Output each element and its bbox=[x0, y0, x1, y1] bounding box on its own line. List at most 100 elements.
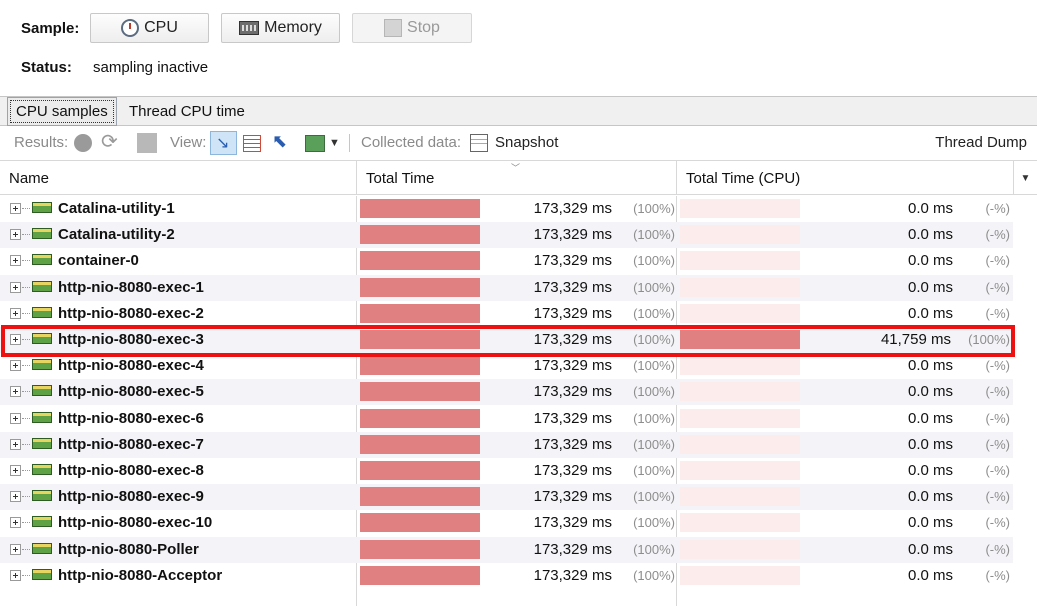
expand-icon[interactable] bbox=[10, 360, 21, 371]
warning-icon[interactable] bbox=[137, 133, 157, 153]
total-time-bar-track bbox=[360, 304, 480, 323]
table-row[interactable]: http-nio-8080-exec-6 173,329 ms (100%) 0.0 … bbox=[0, 406, 1013, 432]
combined-icon[interactable] bbox=[305, 135, 325, 152]
cpu-time-bar-track bbox=[680, 330, 800, 349]
total-time-bar bbox=[360, 382, 480, 401]
total-time-bar-track bbox=[360, 487, 480, 506]
expand-icon[interactable] bbox=[10, 491, 21, 502]
total-time-bar bbox=[360, 435, 480, 454]
table-row[interactable]: http-nio-8080-Poller 173,329 ms (100%) 0.0 … bbox=[0, 537, 1013, 563]
cpu-time-percent: (100%) bbox=[968, 332, 1010, 347]
cpu-sample-button[interactable]: CPU bbox=[90, 13, 209, 43]
cpu-time-bar-track bbox=[680, 566, 800, 585]
total-time-bar bbox=[360, 304, 480, 323]
total-time-bar-track bbox=[360, 435, 480, 454]
expand-icon[interactable] bbox=[10, 544, 21, 555]
total-time-percent: (100%) bbox=[633, 542, 675, 557]
expand-icon[interactable] bbox=[10, 229, 21, 240]
total-time-bar-track bbox=[360, 199, 480, 218]
hotspots-icon[interactable] bbox=[243, 135, 261, 152]
memory-sample-button[interactable]: Memory bbox=[221, 13, 340, 43]
cpu-time-bar-track bbox=[680, 540, 800, 559]
total-time-percent: (100%) bbox=[633, 253, 675, 268]
table-row[interactable]: http-nio-8080-exec-3 173,329 ms (100%) 41,7… bbox=[0, 327, 1013, 353]
total-time-bar-track bbox=[360, 356, 480, 375]
thread-name: http-nio-8080-exec-3 bbox=[58, 331, 204, 348]
cpu-time-bar-track bbox=[680, 199, 800, 218]
snapshot-link[interactable]: Snapshot bbox=[495, 134, 558, 151]
cpu-time-bar bbox=[680, 330, 800, 349]
gc-icon[interactable] bbox=[74, 134, 92, 152]
table-row[interactable]: http-nio-8080-exec-7 173,329 ms (100%) 0.0 … bbox=[0, 432, 1013, 458]
total-time-value: 173,329 ms bbox=[533, 567, 612, 584]
refresh-icon[interactable]: ⟳ bbox=[101, 129, 121, 153]
total-time-bar-track bbox=[360, 540, 480, 559]
table-row[interactable]: http-nio-8080-exec-9 173,329 ms (100%) 0.0 … bbox=[0, 484, 1013, 510]
table-row[interactable]: http-nio-8080-exec-10 173,329 ms (100%) 0.0… bbox=[0, 510, 1013, 536]
cpu-time-bar-track bbox=[680, 435, 800, 454]
total-time-bar bbox=[360, 487, 480, 506]
table-row[interactable]: http-nio-8080-exec-4 173,329 ms (100%) 0.0 … bbox=[0, 353, 1013, 379]
tab-thread-cpu-time[interactable]: Thread CPU time bbox=[121, 97, 253, 126]
call-tree-icon[interactable] bbox=[210, 131, 237, 155]
table-row[interactable]: http-nio-8080-Acceptor 173,329 ms (100%) 0.… bbox=[0, 563, 1013, 589]
expand-icon[interactable] bbox=[10, 570, 21, 581]
cpu-time-value: 0.0 ms bbox=[907, 541, 953, 558]
dropdown-icon[interactable]: ▼ bbox=[329, 137, 349, 157]
total-time-bar bbox=[360, 356, 480, 375]
total-time-percent: (100%) bbox=[633, 227, 675, 242]
total-time-bar-track bbox=[360, 225, 480, 244]
table-row[interactable]: Catalina-utility-2 173,329 ms (100%) 0.0 ms… bbox=[0, 222, 1013, 248]
thread-icon bbox=[32, 281, 52, 292]
snapshot-icon[interactable] bbox=[470, 134, 488, 152]
cpu-time-percent: (-%) bbox=[985, 384, 1010, 399]
cpu-time-value: 41,759 ms bbox=[880, 331, 951, 348]
total-time-value: 173,329 ms bbox=[533, 410, 612, 427]
back-traces-icon[interactable]: ⬉ bbox=[272, 131, 292, 151]
table-row[interactable]: http-nio-8080-exec-1 173,329 ms (100%) 0.0 … bbox=[0, 275, 1013, 301]
view-label: View: bbox=[170, 134, 207, 151]
table-row[interactable]: container-0 173,329 ms (100%) 0.0 ms (-%) bbox=[0, 248, 1013, 274]
total-time-percent: (100%) bbox=[633, 463, 675, 478]
table-row[interactable]: Catalina-utility-1 173,329 ms (100%) 0.0 ms… bbox=[0, 196, 1013, 222]
tree-connector bbox=[22, 339, 30, 340]
tree-connector bbox=[22, 234, 30, 235]
expand-icon[interactable] bbox=[10, 517, 21, 528]
cpu-time-percent: (-%) bbox=[985, 489, 1010, 504]
total-time-percent: (100%) bbox=[633, 280, 675, 295]
total-time-bar-track bbox=[360, 409, 480, 428]
total-time-bar-track bbox=[360, 513, 480, 532]
column-menu-icon[interactable]: ▼ bbox=[1013, 161, 1037, 195]
table-row[interactable]: http-nio-8080-exec-8 173,329 ms (100%) 0.0 … bbox=[0, 458, 1013, 484]
thread-name: Catalina-utility-1 bbox=[58, 200, 175, 217]
table-row[interactable]: http-nio-8080-exec-2 173,329 ms (100%) 0.0 … bbox=[0, 301, 1013, 327]
table-row[interactable]: http-nio-8080-exec-5 173,329 ms (100%) 0.0 … bbox=[0, 379, 1013, 405]
column-header-name[interactable]: Name bbox=[0, 161, 356, 195]
thread-dump-link[interactable]: Thread Dump bbox=[935, 134, 1027, 151]
column-header-total-time-cpu[interactable]: Total Time (CPU) bbox=[676, 161, 1013, 195]
thread-name: http-nio-8080-exec-9 bbox=[58, 488, 204, 505]
expand-icon[interactable] bbox=[10, 203, 21, 214]
tab-cpu-samples[interactable]: CPU samples bbox=[7, 97, 117, 126]
expand-icon[interactable] bbox=[10, 413, 21, 424]
memory-chip-icon bbox=[239, 21, 260, 35]
cpu-time-percent: (-%) bbox=[985, 280, 1010, 295]
cpu-time-value: 0.0 ms bbox=[907, 462, 953, 479]
expand-icon[interactable] bbox=[10, 255, 21, 266]
expand-icon[interactable] bbox=[10, 386, 21, 397]
expand-icon[interactable] bbox=[10, 308, 21, 319]
expand-icon[interactable] bbox=[10, 334, 21, 345]
cpu-time-percent: (-%) bbox=[985, 568, 1010, 583]
thread-icon bbox=[32, 228, 52, 239]
stop-button[interactable]: Stop bbox=[352, 13, 472, 43]
total-time-bar bbox=[360, 278, 480, 297]
cpu-time-bar-track bbox=[680, 225, 800, 244]
total-time-percent: (100%) bbox=[633, 358, 675, 373]
expand-icon[interactable] bbox=[10, 439, 21, 450]
sample-controls: Sample: CPU Memory Stop bbox=[0, 13, 1037, 43]
tree-connector bbox=[22, 496, 30, 497]
cpu-time-percent: (-%) bbox=[985, 201, 1010, 216]
expand-icon[interactable] bbox=[10, 282, 21, 293]
tree-connector bbox=[22, 365, 30, 366]
expand-icon[interactable] bbox=[10, 465, 21, 476]
